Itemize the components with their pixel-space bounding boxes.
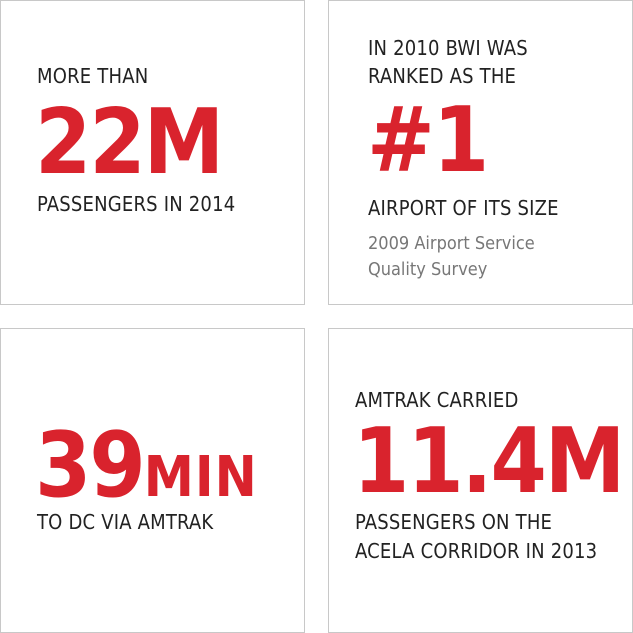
stat-source-line1: 2009 Airport Service	[368, 233, 535, 254]
stat-card-dc-travel-time: 39MIN TO DC VIA AMTRAK	[0, 328, 305, 633]
stat-value-unit: MIN	[143, 445, 258, 510]
stat-value: #1	[367, 88, 489, 193]
stat-value: 22M	[35, 90, 224, 195]
stat-caption: PASSENGERS IN 2014	[37, 192, 236, 216]
stat-source-line2: Quality Survey	[368, 259, 488, 280]
stat-value-number: 39	[35, 413, 146, 518]
stat-card-passengers-2014: MORE THAN 22M PASSENGERS IN 2014	[0, 0, 305, 305]
stat-card-airport-ranking: IN 2010 BWI WAS RANKED AS THE #1 AIRPORT…	[328, 0, 633, 305]
stat-card-amtrak-passengers: AMTRAK CARRIED 11.4M PASSENGERS ON THE A…	[328, 328, 633, 633]
stat-caption: TO DC VIA AMTRAK	[37, 510, 214, 534]
stat-caption: AIRPORT OF ITS SIZE	[368, 196, 559, 220]
stat-lead-text: MORE THAN	[37, 64, 149, 88]
stat-value: 11.4M	[353, 409, 625, 514]
stat-caption-line2: ACELA CORRIDOR IN 2013	[355, 539, 598, 563]
